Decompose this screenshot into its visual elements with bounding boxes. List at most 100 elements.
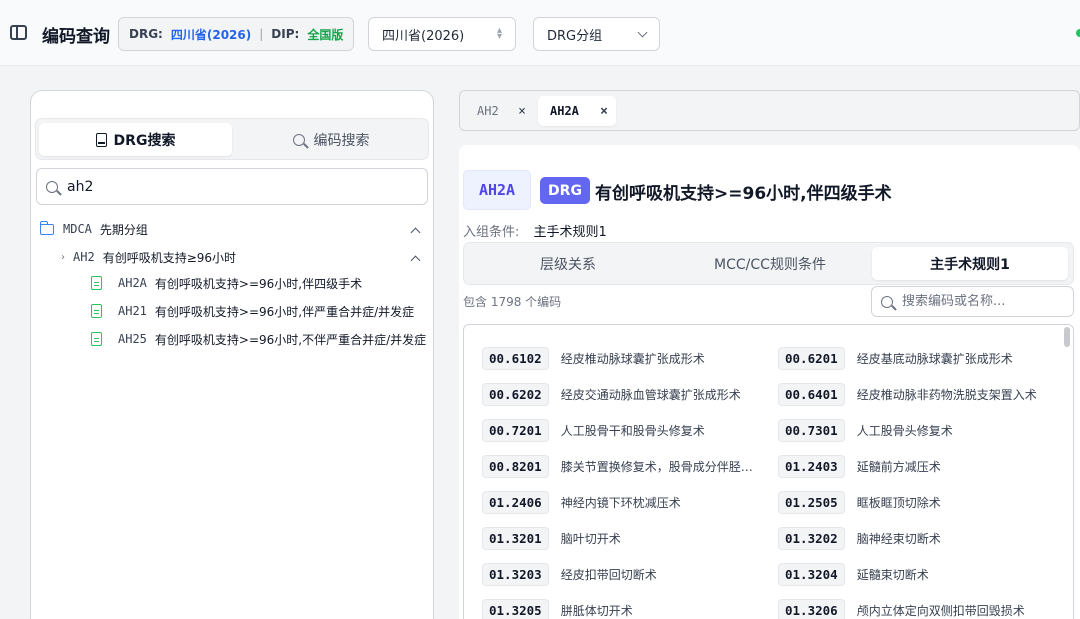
- tree-node-adrg[interactable]: › AH2 有创呼吸机支持≥96小时: [61, 245, 401, 269]
- code-chip: 00.6201: [778, 346, 845, 370]
- tree-node-code: AH2: [73, 250, 95, 264]
- code-list-item[interactable]: 00.7201 人工股骨干和股骨头修复术: [482, 417, 705, 443]
- tree-node-mdca[interactable]: MDCA 先期分组: [40, 217, 400, 241]
- app-header: 编码查询 DRG: 四川省(2026) | DIP: 全国版 四川省(2026)…: [0, 0, 1080, 66]
- code-list-item[interactable]: 01.3202 脑神经束切断术: [778, 525, 941, 551]
- code-chip: 01.2505: [778, 490, 845, 514]
- code-chip: 00.6102: [482, 346, 549, 370]
- code-name: 颅内立体定向双侧扣带回毁损术: [856, 603, 1025, 618]
- tab-label: AH2: [477, 104, 499, 118]
- tab-ah2a[interactable]: AH2A ×: [538, 96, 616, 126]
- search-mode-tabs: DRG搜索 编码搜索: [35, 118, 429, 160]
- code-list-item[interactable]: 00.7301 人工股骨头修复术: [778, 417, 953, 443]
- chevron-right-icon: ›: [61, 251, 65, 263]
- code-name: 经皮椎动脉球囊扩张成形术: [560, 351, 705, 366]
- tab-ah2[interactable]: AH2 ×: [468, 96, 534, 126]
- tree-node-code: MDCA: [63, 222, 92, 236]
- tree-node-name: 有创呼吸机支持≥96小时: [102, 250, 237, 265]
- code-chip: 01.3203: [482, 562, 549, 586]
- tab-code-search-label: 编码搜索: [313, 132, 370, 149]
- code-list-item[interactable]: 00.6201 经皮基底动脉球囊扩张成形术: [778, 345, 1013, 371]
- version-badge: DRG: 四川省(2026) | DIP: 全国版: [118, 17, 355, 51]
- code-list: 00.6102 经皮椎动脉球囊扩张成形术 00.6201 经皮基底动脉球囊扩张成…: [463, 324, 1074, 619]
- code-list-item[interactable]: 00.8201 膝关节置换修复术，股骨成分伴胫骨成分: [482, 453, 761, 479]
- code-chip: 00.7301: [778, 418, 845, 442]
- drg-version: 四川省(2026): [170, 27, 252, 42]
- badge-separator: |: [259, 27, 264, 41]
- group-type-select-value: DRG分组: [547, 28, 603, 44]
- code-list-item[interactable]: 00.6401 经皮椎动脉非药物洗脱支架置入术: [778, 381, 1037, 407]
- code-name: 人工股骨头修复术: [856, 423, 953, 438]
- tree-node-drg[interactable]: AH21 有创呼吸机支持>=96小时,伴严重合并症/并发症: [91, 299, 432, 323]
- drg-search-box: [36, 168, 428, 205]
- tab-hierarchy[interactable]: 层级关系: [468, 247, 668, 280]
- search-icon: [881, 295, 893, 308]
- code-list-item[interactable]: 01.3203 经皮扣带回切断术: [482, 561, 657, 587]
- updown-chevron-icon: ▴ ▾: [496, 25, 502, 42]
- code-chip: 01.2406: [482, 490, 549, 514]
- code-chip: 00.7201: [482, 418, 549, 442]
- file-icon: [91, 332, 102, 346]
- code-chip: 00.6202: [482, 382, 549, 406]
- tree-node-drg[interactable]: AH25 有创呼吸机支持>=96小时,不伴严重合并症/并发症: [91, 327, 432, 351]
- code-name: 经皮基底动脉球囊扩张成形术: [856, 351, 1013, 366]
- entry-condition: 入组条件: 主手术规则1: [463, 221, 607, 240]
- tree-node-name: 有创呼吸机支持>=96小时,伴严重合并症/并发症: [154, 304, 415, 319]
- tree-node-code: AH25: [118, 332, 147, 346]
- drg-type-badge: DRG: [540, 177, 590, 204]
- code-list-item[interactable]: 01.3205 胼胝体切开术: [482, 597, 633, 619]
- scrollbar-thumb[interactable]: [1064, 327, 1070, 347]
- dip-version: 全国版: [307, 27, 344, 42]
- tab-drg-search[interactable]: DRG搜索: [39, 123, 232, 156]
- tree-node-name: 有创呼吸机支持>=96小时,伴四级手术: [154, 276, 363, 291]
- code-name: 脑叶切开术: [560, 531, 621, 546]
- code-name: 胼胝体切开术: [560, 603, 633, 618]
- code-list-item[interactable]: 00.6102 经皮椎动脉球囊扩张成形术: [482, 345, 705, 371]
- province-select[interactable]: 四川省(2026) ▴ ▾: [368, 17, 516, 51]
- entry-condition-label: 入组条件:: [463, 225, 520, 240]
- code-name: 经皮扣带回切断术: [560, 567, 657, 582]
- status-dot-icon: [1076, 29, 1080, 37]
- tree-node-name: 先期分组: [99, 222, 148, 237]
- detail-tabs: 层级关系 MCC/CC规则条件 主手术规则1: [463, 242, 1074, 285]
- code-list-item[interactable]: 01.2406 神经内镜下环枕减压术: [482, 489, 681, 515]
- close-icon[interactable]: ×: [600, 104, 608, 119]
- code-chip: 01.3202: [778, 526, 845, 550]
- code-chip: 00.6401: [778, 382, 845, 406]
- collapse-mdca-icon[interactable]: [410, 227, 421, 238]
- drg-key: DRG:: [129, 27, 163, 41]
- code-list-item[interactable]: 00.6202 经皮交通动脉血管球囊扩张成形术: [482, 381, 741, 407]
- code-name: 眶板眶顶切除术: [856, 495, 941, 510]
- code-name: 延髓束切断术: [856, 567, 929, 582]
- tab-main-surgery-rule[interactable]: 主手术规则1: [872, 247, 1068, 280]
- tab-code-search[interactable]: 编码搜索: [236, 123, 426, 156]
- file-icon: [91, 304, 102, 318]
- tree-node-name: 有创呼吸机支持>=96小时,不伴严重合并症/并发症: [154, 332, 427, 347]
- code-list-item[interactable]: 01.2505 眶板眶顶切除术: [778, 489, 941, 515]
- code-list-item[interactable]: 01.3204 延髓束切断术: [778, 561, 929, 587]
- drg-code-badge: AH2A: [463, 170, 531, 210]
- code-search-input[interactable]: [902, 294, 1062, 309]
- book-icon: [95, 132, 107, 147]
- drg-tree-panel: DRG搜索 编码搜索 MDCA 先期分组 › AH2 有创呼吸机支持≥96小时 …: [30, 90, 434, 619]
- tab-label: AH2A: [550, 104, 579, 118]
- sidebar-toggle-icon[interactable]: [10, 25, 27, 40]
- code-name: 经皮交通动脉血管球囊扩张成形术: [560, 387, 741, 402]
- chevron-down-icon: [637, 27, 648, 37]
- drg-search-input[interactable]: [67, 178, 367, 195]
- code-chip: 01.3204: [778, 562, 845, 586]
- tab-mcc-cc-rules[interactable]: MCC/CC规则条件: [670, 247, 870, 280]
- province-select-value: 四川省(2026): [382, 28, 465, 44]
- tree-node-drg[interactable]: AH2A 有创呼吸机支持>=96小时,伴四级手术: [91, 271, 432, 295]
- collapse-adrg-icon[interactable]: [410, 255, 421, 266]
- search-icon: [292, 133, 305, 146]
- group-type-select[interactable]: DRG分组: [533, 17, 660, 51]
- tree-node-code: AH2A: [118, 276, 147, 290]
- code-list-item[interactable]: 01.2403 延髓前方减压术: [778, 453, 941, 479]
- code-name: 经皮椎动脉非药物洗脱支架置入术: [856, 387, 1037, 402]
- open-tabs-bar: AH2 × AH2A ×: [459, 90, 1080, 131]
- code-list-item[interactable]: 01.3201 脑叶切开术: [482, 525, 621, 551]
- close-icon[interactable]: ×: [518, 104, 526, 119]
- code-chip: 01.3206: [778, 598, 845, 619]
- code-list-item[interactable]: 01.3206 颅内立体定向双侧扣带回毁损术: [778, 597, 1025, 619]
